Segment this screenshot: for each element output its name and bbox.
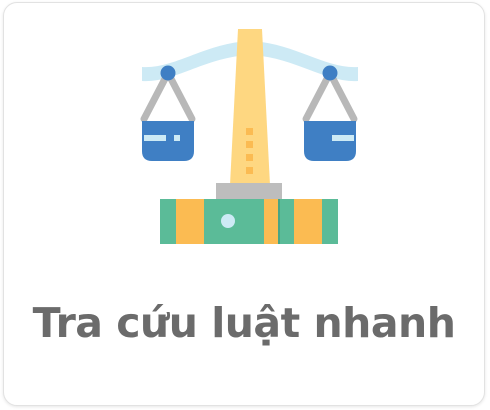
scales-of-justice-icon (140, 29, 358, 244)
card-title: Tra cứu luật nhanh (32, 299, 456, 347)
quick-law-lookup-card[interactable]: Tra cứu luật nhanh (3, 2, 485, 406)
scale-plinth (216, 183, 282, 199)
